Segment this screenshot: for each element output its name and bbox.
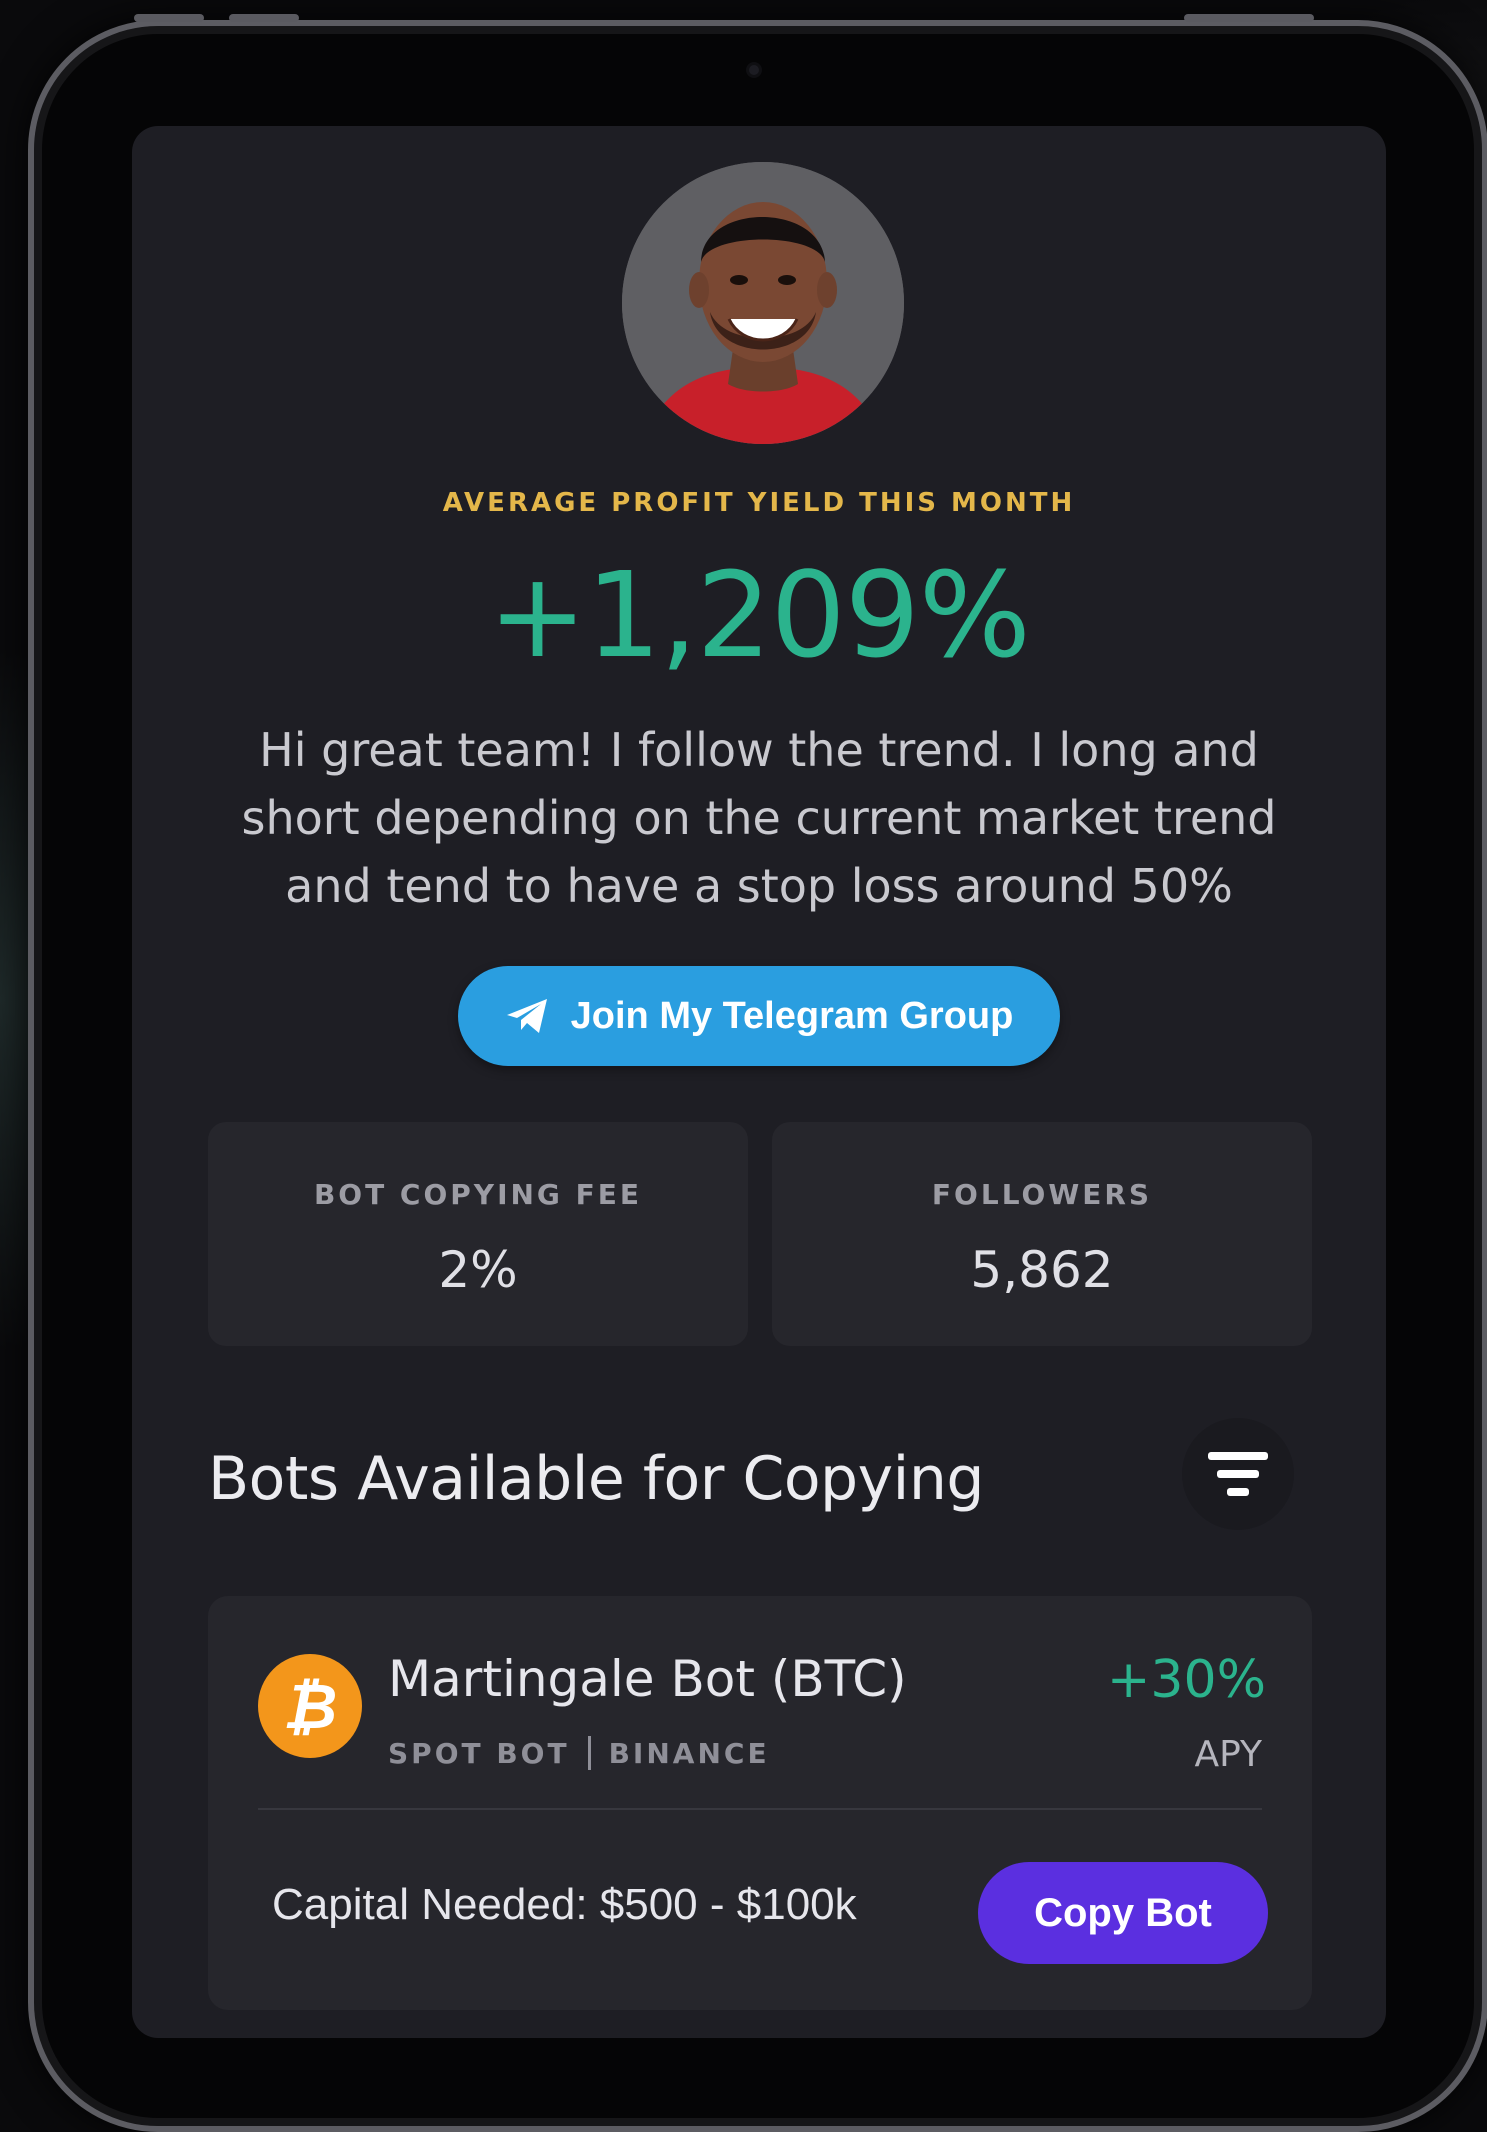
- join-telegram-label: Join My Telegram Group: [570, 994, 1014, 1037]
- power-button: [1184, 14, 1314, 22]
- capital-needed: Capital Needed: $500 - $100k: [272, 1880, 857, 1929]
- apy-label: APY: [1194, 1734, 1262, 1775]
- filter-lines-icon: [1208, 1452, 1268, 1496]
- followers-label: FOLLOWERS: [931, 1178, 1153, 1211]
- bot-card[interactable]: ₿ Martingale Bot (BTC) SPOT BOT BINANCE …: [208, 1596, 1312, 2010]
- avatar: [622, 162, 904, 444]
- filter-button[interactable]: [1182, 1418, 1294, 1530]
- card-divider: [258, 1808, 1262, 1810]
- fee-label: BOT COPYING FEE: [313, 1178, 643, 1211]
- join-telegram-button[interactable]: Join My Telegram Group: [458, 966, 1060, 1066]
- volume-button: [229, 14, 299, 22]
- volume-button: [134, 14, 204, 22]
- bio-line: short depending on the current market tr…: [241, 791, 1277, 845]
- fee-value: 2%: [438, 1241, 518, 1299]
- followers-card: FOLLOWERS 5,862: [772, 1122, 1312, 1346]
- profit-yield-label: AVERAGE PROFIT YIELD THIS MONTH: [442, 488, 1076, 518]
- profile-screen: AVERAGE PROFIT YIELD THIS MONTH +1,209% …: [132, 126, 1386, 2038]
- bots-section-title: Bots Available for Copying: [208, 1444, 984, 1514]
- bot-meta: SPOT BOT BINANCE: [388, 1736, 770, 1770]
- bitcoin-icon: ₿: [258, 1654, 362, 1758]
- trader-bio: Hi great team! I follow the trend. I lon…: [192, 716, 1326, 920]
- front-camera: [746, 62, 762, 78]
- bio-line: and tend to have a stop loss around 50%: [285, 859, 1233, 913]
- followers-value: 5,862: [970, 1241, 1114, 1299]
- person-portrait-icon: [622, 162, 904, 444]
- profit-yield-value: +1,209%: [488, 546, 1031, 684]
- bot-type: SPOT BOT: [388, 1736, 570, 1770]
- bot-copying-fee-card: BOT COPYING FEE 2%: [208, 1122, 748, 1346]
- copy-bot-button[interactable]: Copy Bot: [978, 1862, 1268, 1964]
- bot-name: Martingale Bot (BTC): [388, 1650, 907, 1708]
- bot-exchange: BINANCE: [608, 1736, 770, 1770]
- bio-line: Hi great team! I follow the trend. I lon…: [259, 723, 1259, 777]
- apy-value: +30%: [1106, 1650, 1266, 1710]
- meta-divider: [587, 1736, 591, 1770]
- telegram-icon: [506, 999, 547, 1033]
